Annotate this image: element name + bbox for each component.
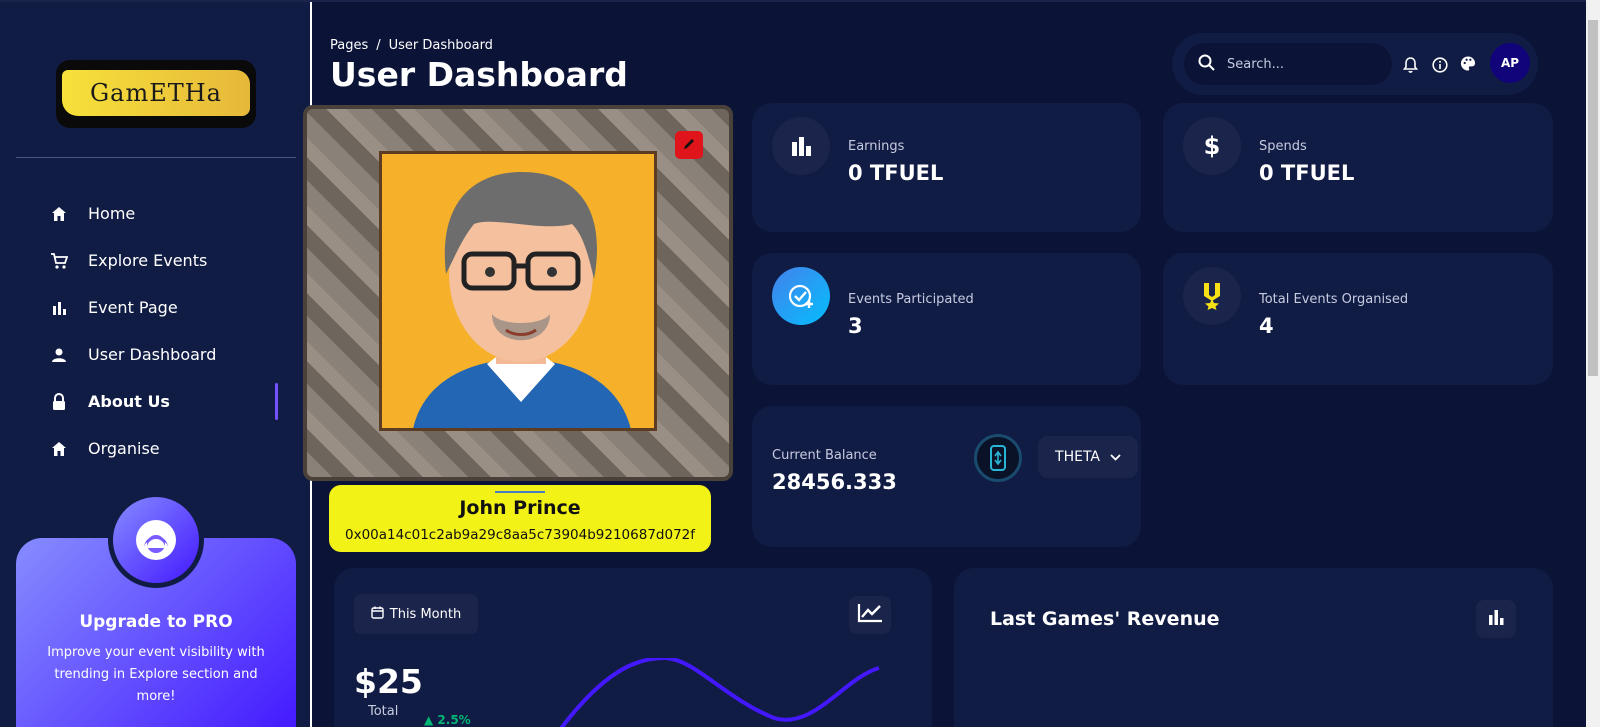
pro-description: Improve your event visibility with trend… [47, 645, 265, 704]
monthly-total-label: Total [368, 704, 399, 719]
profile-frame [303, 105, 733, 481]
dollar-icon: $ [1183, 117, 1241, 175]
home-icon [50, 440, 68, 458]
sidebar-item-label: Event Page [88, 298, 178, 317]
chevron-down-icon [1110, 449, 1121, 465]
sidebar-item-organise[interactable]: Organise [0, 425, 312, 472]
revenue-chart-button[interactable] [1476, 600, 1516, 638]
currency-selected: THETA [1055, 449, 1100, 465]
earnings-card: Earnings 0 TFUEL [752, 103, 1141, 232]
scrollbar-thumb[interactable] [1588, 20, 1598, 376]
search-input[interactable] [1227, 56, 1377, 72]
arrow-up-icon: ▲ [424, 713, 434, 727]
sidebar-item-label: About Us [88, 392, 170, 411]
info-icon[interactable] [1432, 57, 1448, 73]
monthly-summary-card: This Month $25 Total ▲ 2.5% [334, 568, 932, 727]
spends-label: Spends [1259, 139, 1307, 154]
profile-avatar-image [379, 151, 657, 431]
svg-text:$: $ [1204, 132, 1221, 160]
cart-icon [50, 252, 68, 270]
name-card-accent [495, 491, 545, 493]
sidebar-item-explore-events[interactable]: Explore Events [0, 237, 312, 284]
wallet-address: 0x00a14c01c2ab9a29c8aa5c73904b9210687d07… [345, 527, 695, 543]
person-icon [50, 346, 68, 364]
balance-value: 28456.333 [772, 470, 897, 494]
sidebar: GamETHa Home Explore Events Event Page U… [0, 2, 312, 727]
pro-title: Upgrade to PRO [79, 612, 233, 632]
search-icon [1198, 54, 1215, 75]
medal-icon [1183, 267, 1241, 325]
monthly-total-value: $25 [354, 662, 423, 701]
events-organised-label: Total Events Organised [1259, 292, 1409, 307]
sidebar-item-label: User Dashboard [88, 345, 217, 364]
events-organised-value: 4 [1259, 314, 1274, 338]
events-participated-card: Events Participated 3 [752, 253, 1141, 385]
sidebar-item-home[interactable]: Home [0, 190, 312, 237]
pencil-icon [682, 136, 696, 155]
edit-profile-button[interactable] [675, 131, 703, 159]
page-scrollbar[interactable] [1586, 0, 1600, 727]
profile-name: John Prince [459, 497, 581, 519]
currency-select[interactable]: THETA [1038, 436, 1138, 478]
this-month-label: This Month [389, 606, 462, 622]
events-participated-value: 3 [848, 314, 863, 338]
monthly-change: ▲ 2.5% [424, 713, 471, 727]
sidebar-divider [16, 157, 296, 158]
pro-badge-icon [108, 492, 204, 588]
theta-token-icon [974, 434, 1022, 482]
balance-label: Current Balance [772, 448, 877, 463]
sidebar-item-about-us[interactable]: About Us [0, 378, 312, 425]
bell-icon[interactable] [1402, 57, 1418, 73]
bar-chart-icon [772, 117, 830, 175]
breadcrumb: Pages / User Dashboard [330, 38, 493, 53]
user-avatar[interactable]: AP [1490, 43, 1530, 83]
sidebar-item-user-dashboard[interactable]: User Dashboard [0, 331, 312, 378]
breadcrumb-separator: / [376, 38, 381, 53]
this-month-button[interactable]: This Month [354, 594, 478, 634]
current-balance-card: Current Balance 28456.333 THETA [752, 406, 1141, 547]
home-icon [50, 205, 68, 223]
earnings-value: 0 TFUEL [848, 161, 944, 185]
monthly-change-value: 2.5% [437, 713, 471, 727]
logo-text: GamETHa [62, 70, 250, 116]
profile-name-card: John Prince 0x00a14c01c2ab9a29c8aa5c7390… [329, 485, 711, 552]
search-box[interactable] [1184, 43, 1392, 85]
trending-up-icon [857, 603, 883, 627]
games-revenue-card: Last Games' Revenue [954, 568, 1553, 727]
sidebar-item-label: Explore Events [88, 251, 208, 270]
spends-card: $ Spends 0 TFUEL [1163, 103, 1553, 232]
upgrade-pro-card: Upgrade to PRO Improve your event visibi… [16, 492, 296, 727]
page-title: User Dashboard [330, 55, 628, 94]
breadcrumb-root[interactable]: Pages [330, 38, 368, 53]
spends-value: 0 TFUEL [1259, 161, 1355, 185]
events-organised-card: Total Events Organised 4 [1163, 253, 1553, 385]
logo[interactable]: GamETHa [56, 60, 256, 128]
sidebar-nav: Home Explore Events Event Page User Dash… [0, 190, 312, 472]
check-circle-icon [772, 267, 830, 325]
bar-chart-icon [50, 299, 68, 317]
events-participated-label: Events Participated [848, 292, 974, 307]
earnings-label: Earnings [848, 139, 905, 154]
sidebar-item-event-page[interactable]: Event Page [0, 284, 312, 331]
lock-icon [50, 392, 68, 411]
sidebar-item-label: Home [88, 204, 136, 223]
sidebar-item-label: Organise [88, 439, 160, 458]
breadcrumb-current: User Dashboard [388, 38, 493, 53]
calendar-icon [371, 606, 384, 623]
revenue-title: Last Games' Revenue [990, 608, 1220, 630]
trend-chart-button[interactable] [849, 596, 891, 634]
top-toolbar: AP [1172, 33, 1538, 95]
palette-icon[interactable] [1460, 55, 1476, 71]
monthly-line-series [559, 658, 880, 727]
bar-chart-icon [1487, 608, 1505, 630]
